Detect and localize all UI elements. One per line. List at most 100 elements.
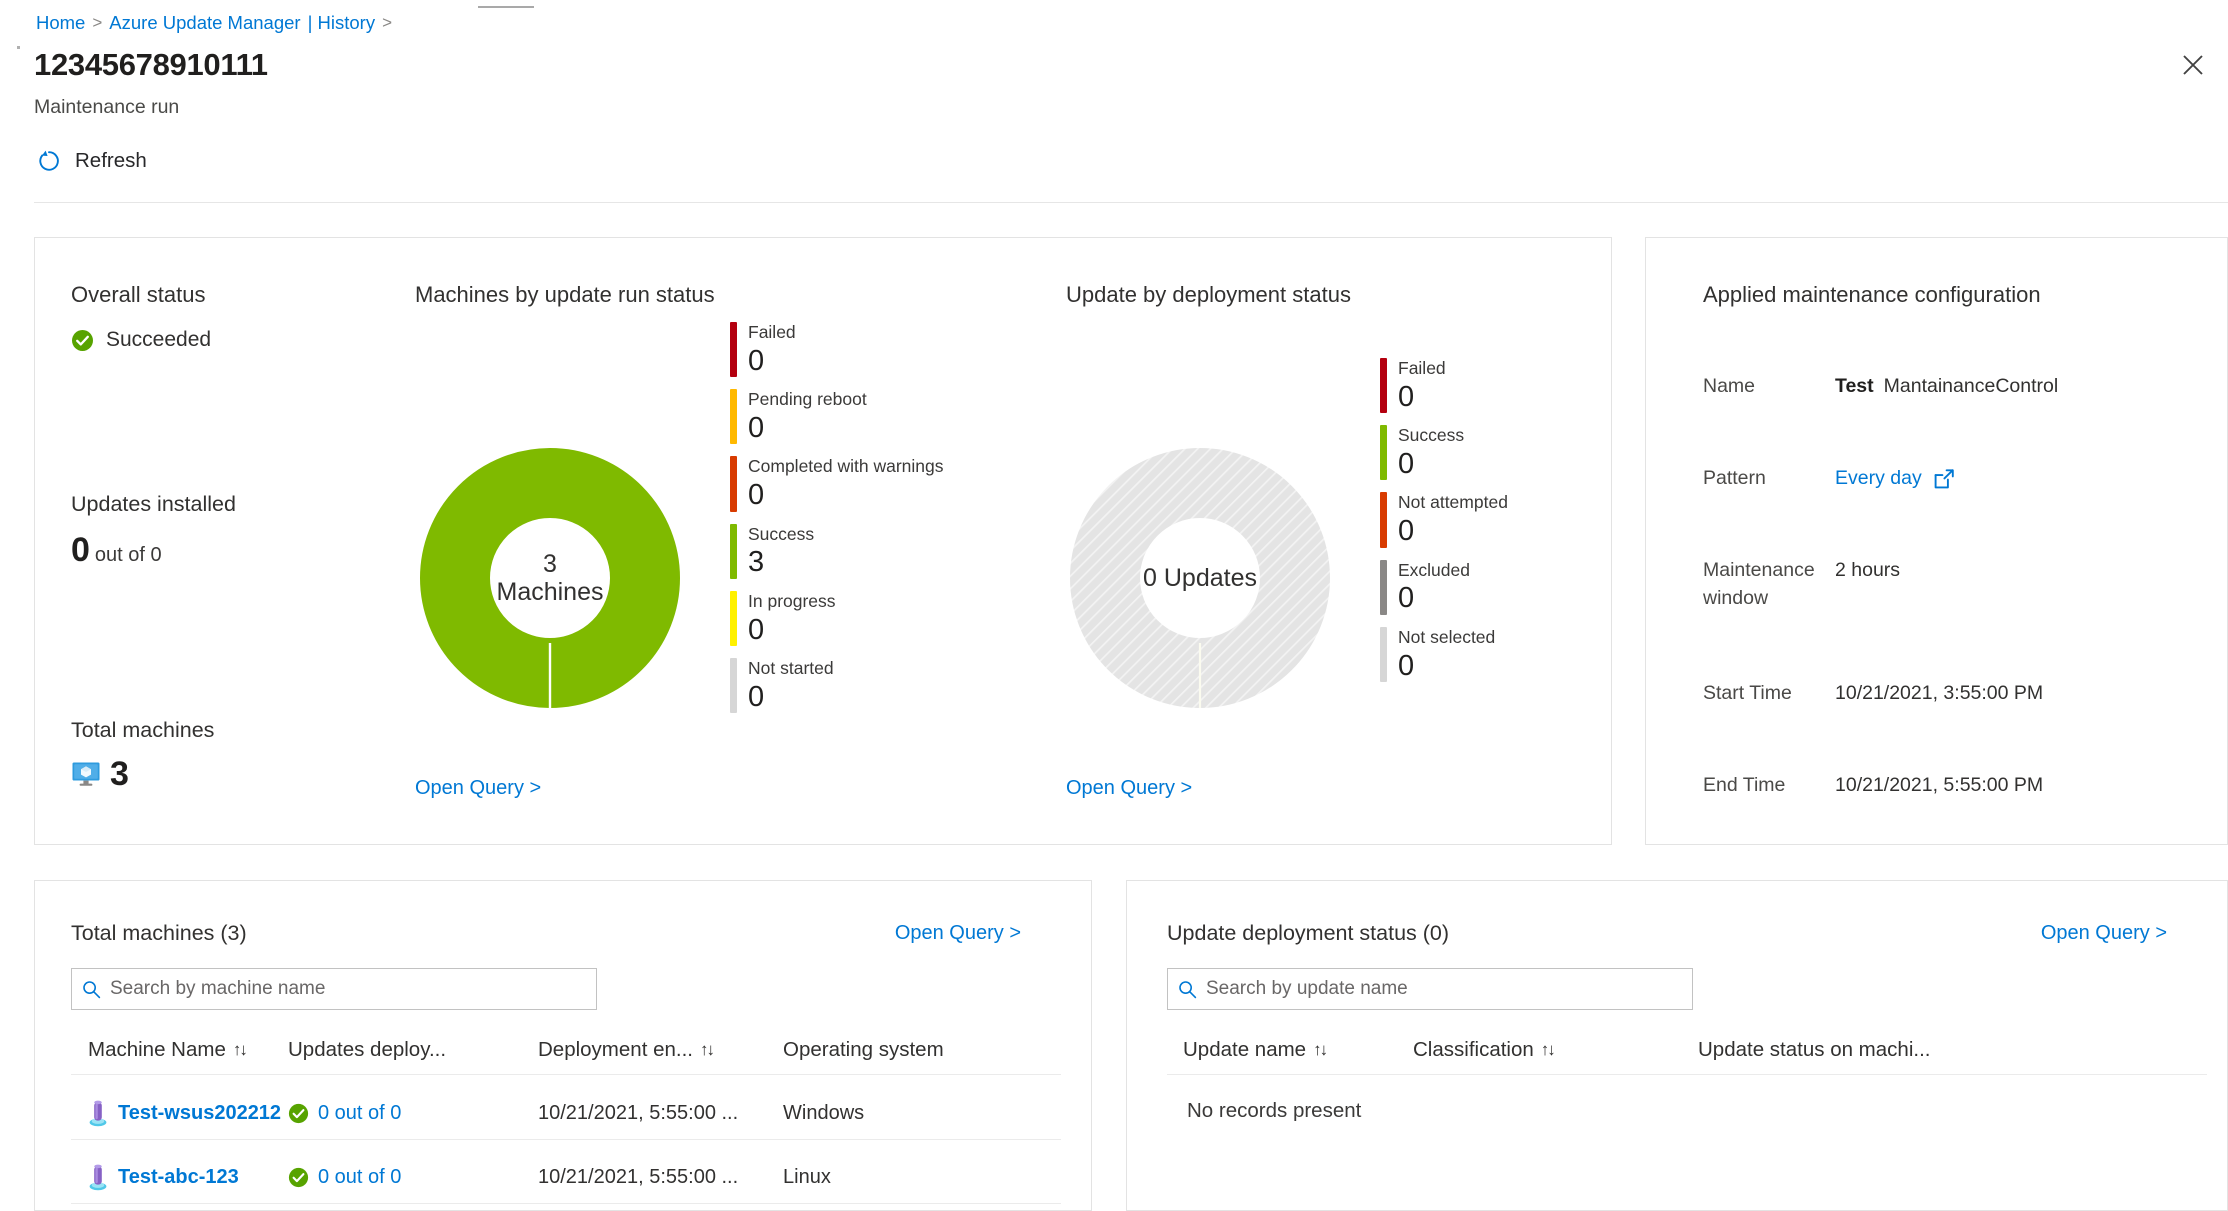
- breadcrumb-home[interactable]: Home: [36, 12, 85, 34]
- legend-value: 0: [748, 479, 765, 512]
- legend-swatch-not-selected: [1380, 626, 1387, 682]
- config-value: Test MantainanceControl: [1835, 373, 2058, 401]
- tiny-dot-decoration: [17, 46, 20, 49]
- legend-value: 0: [1398, 448, 1415, 481]
- legend-item[interactable]: Success 0: [1380, 425, 1508, 481]
- legend-item[interactable]: Excluded 0: [1380, 559, 1508, 615]
- updates-chart-open-query-link[interactable]: Open Query >: [1066, 777, 1192, 800]
- sort-arrows-icon[interactable]: ↑↓: [700, 1040, 715, 1060]
- legend-label: Pending reboot: [748, 389, 867, 410]
- top-stub-decoration: [478, 6, 534, 8]
- legend-label: Success: [748, 523, 815, 544]
- legend-value: 3: [748, 546, 765, 579]
- machine-name-link[interactable]: Test-abc-123: [118, 1166, 239, 1189]
- legend-value: 0: [1398, 515, 1415, 548]
- pattern-link[interactable]: Every day: [1835, 465, 1922, 493]
- cell-updates-deployed[interactable]: 0 out of 0: [288, 1166, 538, 1189]
- legend-item[interactable]: Completed with warnings 0: [730, 456, 944, 512]
- config-value: 10/21/2021, 5:55:00 PM: [1835, 774, 2044, 796]
- updates-table-header: Update deployment status (0) Open Query …: [1167, 921, 2167, 946]
- legend-item[interactable]: Failed 0: [730, 322, 944, 378]
- column-label: Machine Name: [88, 1038, 226, 1061]
- search-icon: [82, 980, 101, 999]
- column-header-update-name[interactable]: Update name ↑↓: [1183, 1038, 1413, 1062]
- legend-item[interactable]: Failed 0: [1380, 358, 1508, 414]
- server-icon: [88, 1099, 108, 1127]
- sort-arrows-icon[interactable]: ↑↓: [1541, 1040, 1556, 1060]
- legend-item[interactable]: Pending reboot 0: [730, 389, 944, 445]
- table-row-divider: [1167, 1074, 2207, 1075]
- overall-status-title: Overall status: [71, 282, 206, 307]
- machine-search-field[interactable]: [110, 978, 586, 1000]
- breadcrumb-history[interactable]: | History: [308, 12, 376, 34]
- updates-chart-legend: Failed 0 Success 0 Not attempted 0 Exclu…: [1380, 358, 1508, 694]
- column-header-machine-name[interactable]: Machine Name ↑↓: [88, 1038, 288, 1062]
- server-icon: [88, 1163, 108, 1191]
- machine-search-input[interactable]: [71, 968, 597, 1010]
- legend-swatch-not-attempted: [1380, 492, 1387, 548]
- machines-chart-legend: Failed 0 Pending reboot 0 Completed with…: [730, 322, 944, 725]
- table-row[interactable]: Test-wsus202212 ... 0 out of 0 10/21/202…: [88, 1099, 1048, 1127]
- cell-machine-name[interactable]: Test-abc-123: [88, 1163, 288, 1191]
- column-header-classification[interactable]: Classification ↑↓: [1413, 1038, 1698, 1062]
- machines-chart-open-query-link[interactable]: Open Query >: [415, 777, 541, 800]
- legend-item[interactable]: Not started 0: [730, 657, 944, 714]
- column-header-update-status-on-machines[interactable]: Update status on machi...: [1698, 1038, 1930, 1062]
- legend-item[interactable]: Success 3: [730, 523, 944, 579]
- updates-donut[interactable]: 0 Updates: [1070, 448, 1330, 708]
- config-value: 2 hours: [1835, 559, 1901, 581]
- external-link-icon[interactable]: [1933, 468, 1955, 490]
- legend-item[interactable]: Not attempted 0: [1380, 492, 1508, 548]
- legend-value: 0: [748, 344, 765, 377]
- sort-arrows-icon[interactable]: ↑↓: [233, 1040, 248, 1060]
- config-row-start-time: Start Time 10/21/2021, 3:55:00 PM: [1703, 680, 2043, 708]
- config-row-end-time: End Time 10/21/2021, 5:55:00 PM: [1703, 772, 2043, 800]
- column-header-updates-deployed[interactable]: Updates deploy...: [288, 1038, 538, 1062]
- applied-maintenance-configuration-card: [1645, 237, 2228, 845]
- refresh-label: Refresh: [75, 149, 147, 172]
- config-key: End Time: [1703, 774, 1786, 796]
- legend-swatch-pending-reboot: [730, 389, 737, 445]
- column-header-deployment-end[interactable]: Deployment en... ↑↓: [538, 1038, 783, 1062]
- machines-table-title: Total machines (3): [71, 921, 247, 945]
- table-row[interactable]: Test-abc-123 0 out of 0 10/21/2021, 5:55…: [88, 1163, 1048, 1191]
- updates-deployed-link[interactable]: 0 out of 0: [318, 1166, 401, 1189]
- legend-item[interactable]: Not selected 0: [1380, 626, 1508, 682]
- close-button[interactable]: [2176, 48, 2210, 82]
- page-subtitle: Maintenance run: [34, 96, 180, 118]
- table-row-divider: [71, 1074, 1061, 1075]
- page-title: 12345678910111: [34, 47, 268, 82]
- breadcrumb-separator-icon-2: >: [382, 13, 393, 32]
- column-header-operating-system[interactable]: Operating system: [783, 1038, 944, 1062]
- breadcrumb-azure-update-manager[interactable]: Azure Update Manager: [109, 12, 300, 34]
- legend-label: Excluded: [1398, 559, 1470, 580]
- config-value: 10/21/2021, 3:55:00 PM: [1835, 682, 2044, 704]
- total-machines-value: 3: [110, 755, 129, 793]
- legend-label: Not attempted: [1398, 492, 1508, 513]
- legend-label: Failed: [1398, 358, 1446, 378]
- machine-name-link[interactable]: Test-wsus202212 ...: [118, 1102, 288, 1125]
- total-machines-label: Total machines: [71, 718, 215, 742]
- update-search-input[interactable]: [1167, 968, 1693, 1010]
- cell-updates-deployed[interactable]: 0 out of 0: [288, 1102, 538, 1125]
- refresh-button[interactable]: Refresh: [36, 148, 147, 174]
- sort-arrows-icon[interactable]: ↑↓: [1313, 1040, 1328, 1060]
- success-check-icon: [71, 329, 94, 352]
- table-row-divider: [71, 1139, 1061, 1140]
- breadcrumb-separator-icon: >: [92, 13, 103, 32]
- updates-table-open-query-link[interactable]: Open Query >: [2041, 922, 2167, 945]
- machines-donut[interactable]: 3 Machines: [420, 448, 680, 708]
- success-check-icon: [288, 1103, 309, 1124]
- updates-deployed-link[interactable]: 0 out of 0: [318, 1102, 401, 1125]
- config-key: Name: [1703, 375, 1756, 397]
- legend-item[interactable]: In progress 0: [730, 590, 944, 646]
- machines-table-open-query-link[interactable]: Open Query >: [895, 922, 1021, 945]
- search-icon: [1178, 980, 1197, 999]
- cell-machine-name[interactable]: Test-wsus202212 ...: [88, 1099, 288, 1127]
- legend-value: 0: [748, 613, 765, 646]
- machines-by-status-chart: Machines by update run status: [415, 282, 715, 308]
- update-search-field[interactable]: [1206, 978, 1682, 1000]
- legend-value: 0: [1398, 649, 1415, 682]
- legend-swatch-in-progress: [730, 590, 737, 646]
- cell-deployment-end: 10/21/2021, 5:55:00 ...: [538, 1165, 739, 1188]
